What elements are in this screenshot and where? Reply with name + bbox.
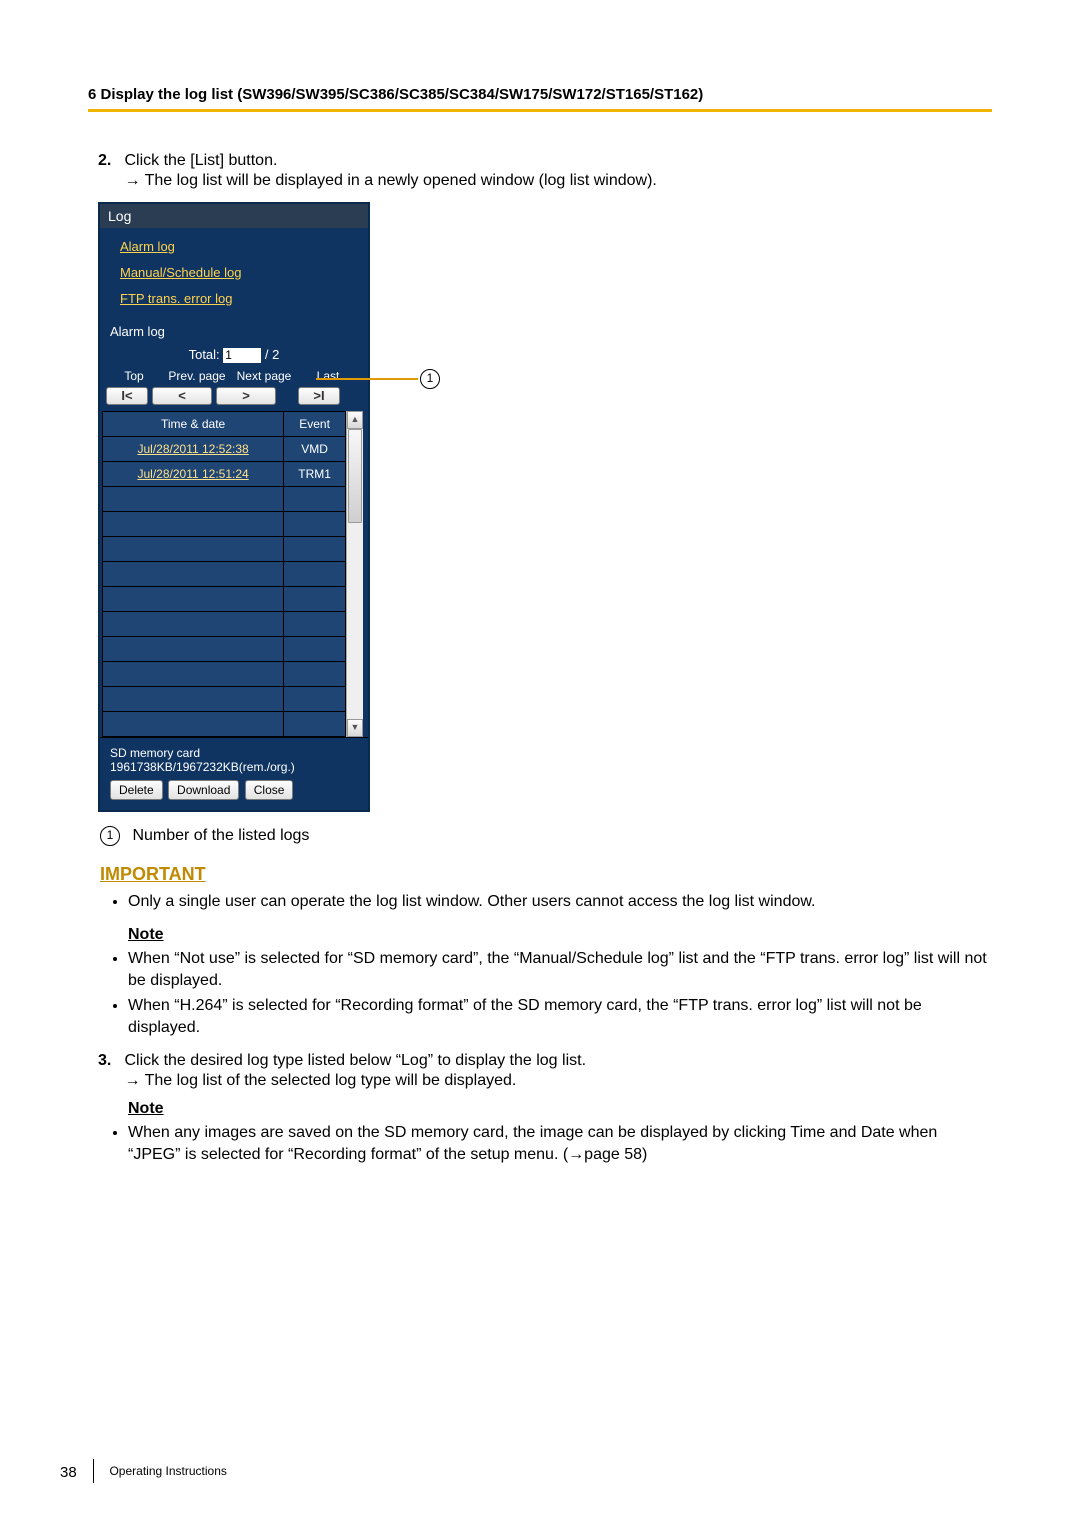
nav-label-top: Top <box>104 369 164 383</box>
nav-next-button[interactable]: > <box>216 387 276 405</box>
page-footer: 38 Operating Instructions <box>60 1459 227 1483</box>
nav-prev-button[interactable]: < <box>152 387 212 405</box>
scrollbar[interactable]: ▲ ▼ <box>346 411 363 737</box>
note2-item: When any images are saved on the SD memo… <box>128 1122 992 1165</box>
chapter-title: 6 Display the log list (SW396/SW395/SC38… <box>88 86 992 112</box>
table-row <box>103 686 346 711</box>
note1-item: When “Not use” is selected for “SD memor… <box>128 948 992 991</box>
step-number: 2. <box>98 152 120 170</box>
step-text: Click the [List] button. <box>124 152 277 169</box>
callout-line <box>316 378 418 380</box>
log-list-window: Log Alarm log Manual/Schedule log FTP tr… <box>98 202 370 812</box>
table-row <box>103 561 346 586</box>
total-row: Total: / 2 <box>100 343 368 367</box>
scroll-thumb[interactable] <box>348 429 362 523</box>
log-table: Time & date Event Jul/28/2011 12:52:38 VM… <box>102 411 346 737</box>
th-time: Time & date <box>103 411 284 436</box>
scroll-down-icon[interactable]: ▼ <box>347 719 363 737</box>
manual-page: 6 Display the log list (SW396/SW395/SC38… <box>0 0 1080 1527</box>
table-row <box>103 611 346 636</box>
note1-list: When “Not use” is selected for “SD memor… <box>128 948 992 1038</box>
nav-top-button[interactable]: I< <box>106 387 148 405</box>
nav-label-prev: Prev. page <box>164 369 230 383</box>
table-row: Jul/28/2011 12:52:38 VMD <box>103 436 346 461</box>
log-time-link[interactable]: Jul/28/2011 12:51:24 <box>137 467 248 481</box>
log-event-cell: VMD <box>284 436 346 461</box>
table-row <box>103 486 346 511</box>
nav-label-last: Last <box>298 369 358 383</box>
callout-1-caption-row: 1 Number of the listed logs <box>100 826 992 846</box>
nav-labels: Top Prev. page Next page Last <box>100 367 368 385</box>
log-type-links: Alarm log Manual/Schedule log FTP trans.… <box>100 228 368 320</box>
close-button[interactable]: Close <box>245 780 294 800</box>
total-value-input[interactable] <box>223 348 261 363</box>
table-row <box>103 536 346 561</box>
log-time-link[interactable]: Jul/28/2011 12:52:38 <box>137 442 248 456</box>
sd-info: 1961738KB/1967232KB(rem./org.) <box>110 760 358 774</box>
download-button[interactable]: Download <box>168 780 239 800</box>
important-list: Only a single user can operate the log l… <box>128 891 992 913</box>
table-row: Jul/28/2011 12:51:24 TRM1 <box>103 461 346 486</box>
callout-1-marker: 1 <box>420 369 440 389</box>
nav-last-button[interactable]: >I <box>298 387 340 405</box>
total-label: Total: <box>189 347 220 362</box>
log-window-title: Log <box>100 204 368 228</box>
note-heading-1: Note <box>128 926 992 944</box>
table-row <box>103 586 346 611</box>
step-number: 3. <box>98 1052 120 1070</box>
th-event: Event <box>284 411 346 436</box>
important-item: Only a single user can operate the log l… <box>128 891 992 913</box>
page-number: 38 <box>60 1464 77 1481</box>
step-2: 2. Click the [List] button. → The log li… <box>98 152 992 190</box>
footer-label: Operating Instructions <box>109 1464 226 1478</box>
note1-item: When “H.264” is selected for “Recording … <box>128 995 992 1038</box>
table-row <box>103 661 346 686</box>
footer-divider <box>93 1459 94 1483</box>
total-suffix: / 2 <box>265 347 279 362</box>
sd-title: SD memory card <box>110 746 358 760</box>
callout-1-caption: Number of the listed logs <box>132 827 309 844</box>
step-3: 3. Click the desired log type listed bel… <box>98 1052 992 1090</box>
callout-1-number: 1 <box>100 826 120 846</box>
delete-button[interactable]: Delete <box>110 780 163 800</box>
important-heading: IMPORTANT <box>100 864 992 885</box>
nav-label-next: Next page <box>230 369 298 383</box>
table-row <box>103 636 346 661</box>
note2-list: When any images are saved on the SD memo… <box>128 1122 992 1165</box>
table-row <box>103 511 346 536</box>
step-subtext: → The log list of the selected log type … <box>124 1072 974 1090</box>
scroll-up-icon[interactable]: ▲ <box>347 411 363 429</box>
step-subtext: → The log list will be displayed in a ne… <box>124 172 974 190</box>
link-alarm-log[interactable]: Alarm log <box>120 234 368 260</box>
current-section-label: Alarm log <box>100 320 368 343</box>
link-ftp-error-log[interactable]: FTP trans. error log <box>120 286 368 312</box>
scroll-track[interactable] <box>347 429 363 719</box>
log-event-cell: TRM1 <box>284 461 346 486</box>
step-text: Click the desired log type listed below … <box>124 1052 586 1069</box>
link-manual-log[interactable]: Manual/Schedule log <box>120 260 368 286</box>
note-heading-2: Note <box>128 1100 992 1118</box>
table-row <box>103 711 346 736</box>
